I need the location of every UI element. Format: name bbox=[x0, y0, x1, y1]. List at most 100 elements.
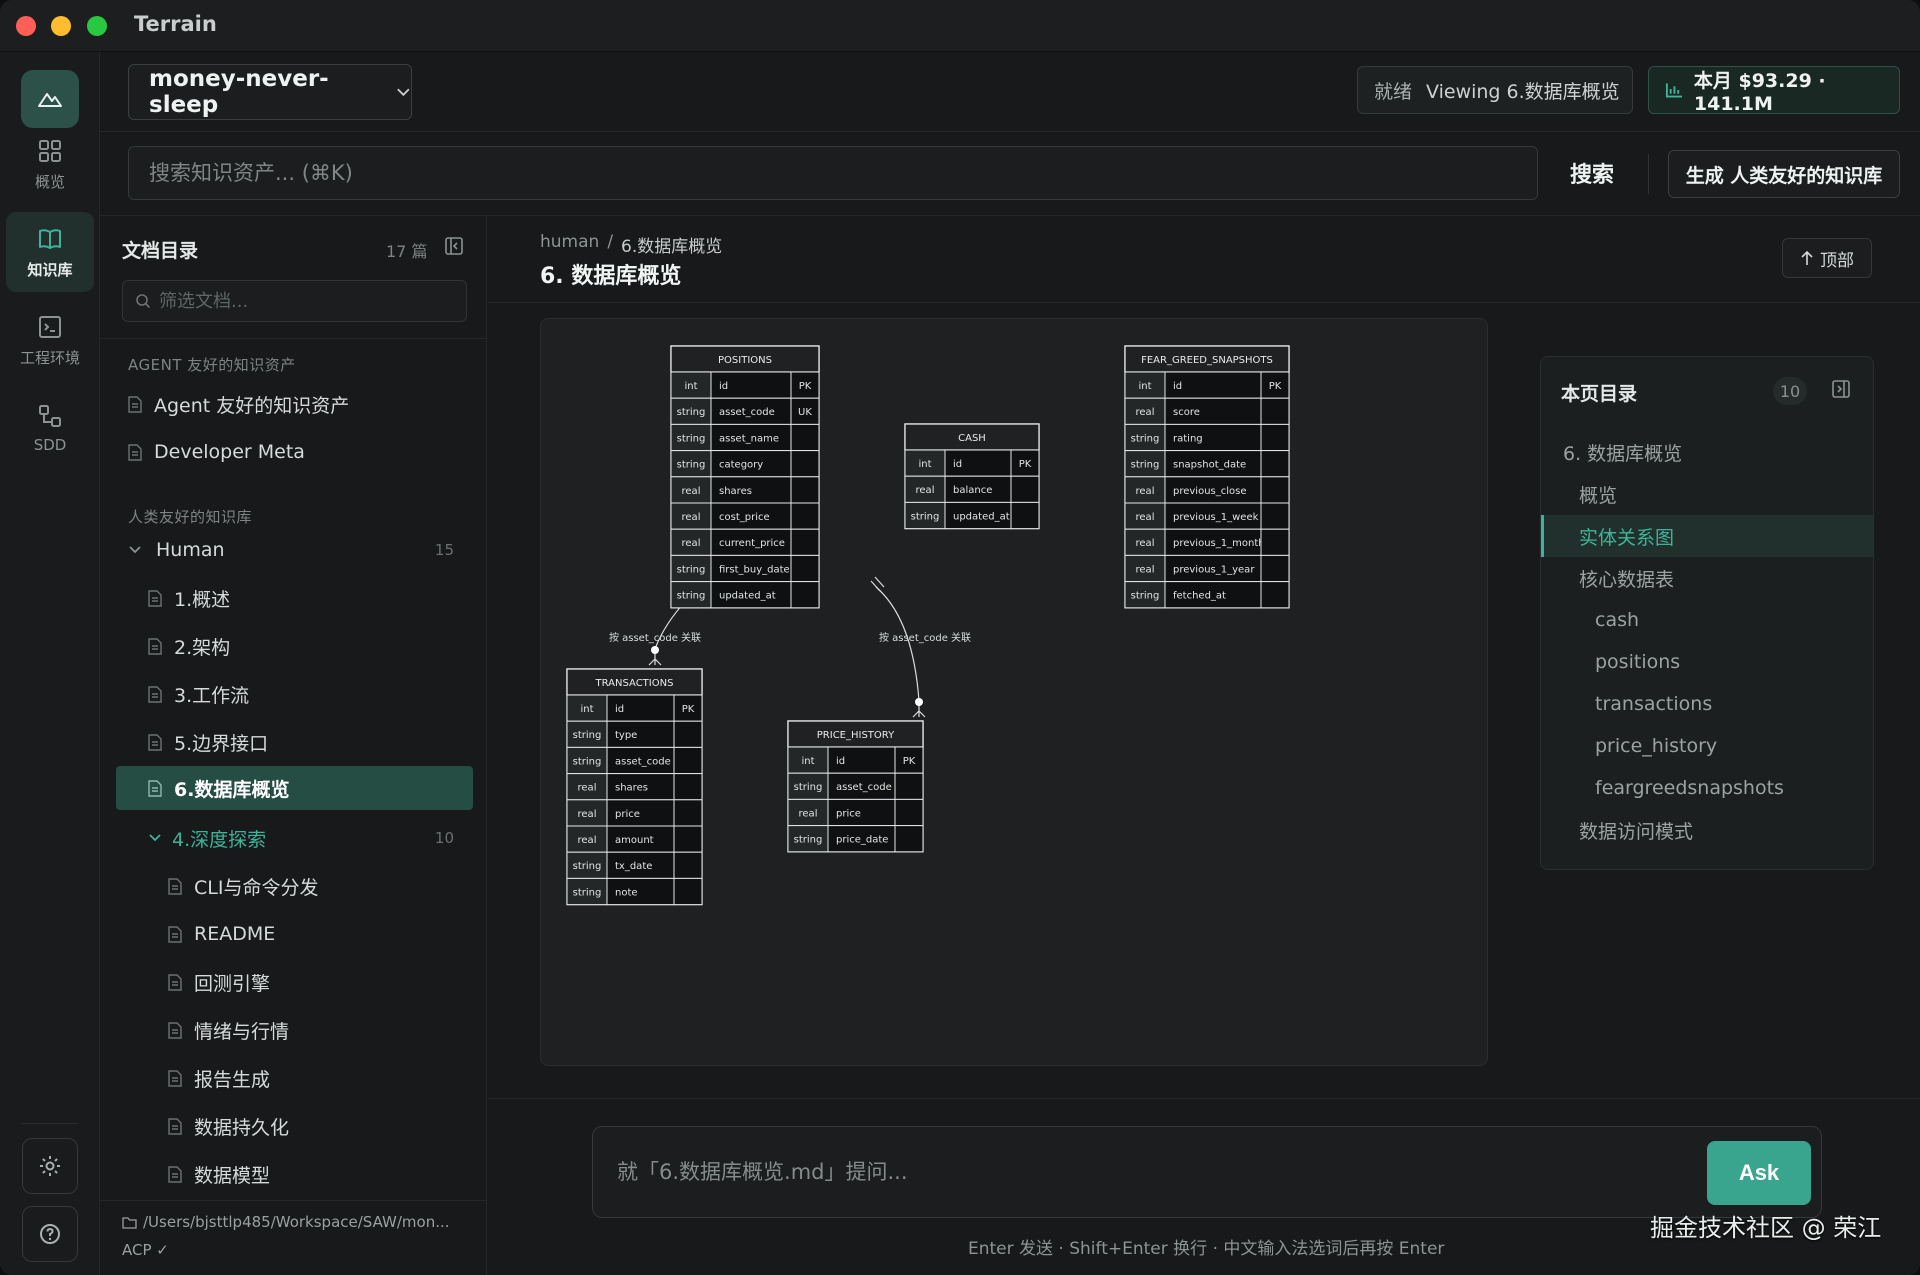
toc-item[interactable]: positions bbox=[1541, 641, 1873, 683]
tree-item-label: 2.架构 bbox=[174, 636, 231, 659]
rail-divider bbox=[22, 1123, 78, 1124]
toc-item[interactable]: cash bbox=[1541, 599, 1873, 641]
tree-item-label: 3.工作流 bbox=[174, 684, 250, 707]
close-window-button[interactable] bbox=[16, 16, 36, 36]
tree-group-label: Human bbox=[156, 539, 225, 561]
tree-group-human[interactable]: Human 15 bbox=[128, 528, 468, 572]
toc-item-active[interactable]: 实体关系图 bbox=[1541, 515, 1873, 557]
panel-collapse-icon bbox=[1832, 380, 1850, 398]
entity-cell bbox=[1010, 501, 1040, 530]
entity-cell bbox=[790, 423, 820, 452]
minimize-window-button[interactable] bbox=[51, 16, 71, 36]
usage-badge[interactable]: 本月 $93.29 · 141.1M bbox=[1648, 66, 1900, 115]
entity-cell bbox=[1260, 423, 1290, 452]
toc-item[interactable]: 概览 bbox=[1541, 473, 1873, 515]
field-key: PK bbox=[903, 756, 916, 767]
help-button[interactable] bbox=[22, 1206, 78, 1262]
document-icon bbox=[128, 395, 142, 413]
scroll-top-button[interactable]: 顶部 bbox=[1782, 238, 1872, 278]
filter-input[interactable] bbox=[159, 290, 449, 312]
tree-item[interactable]: Developer Meta bbox=[128, 430, 468, 474]
collapse-sidebar-button[interactable] bbox=[444, 236, 464, 260]
tree-group-label: 4.深度探索 bbox=[172, 828, 267, 851]
entity-cell bbox=[1260, 554, 1290, 583]
field-type: string bbox=[911, 511, 940, 522]
tree-item[interactable]: 数据持久化 bbox=[168, 1104, 468, 1148]
ask-button[interactable]: Ask bbox=[1707, 1141, 1811, 1205]
toc-collapse-button[interactable] bbox=[1831, 379, 1851, 403]
field-type: real bbox=[1136, 538, 1155, 549]
toc-item[interactable]: feargreedsnapshots bbox=[1541, 767, 1873, 809]
field-type: int bbox=[1138, 381, 1151, 392]
tree-item-active[interactable]: 6.数据库概览 bbox=[116, 766, 473, 810]
rail-item-sdd[interactable]: SDD bbox=[6, 388, 94, 468]
toc-item-label: 数据访问模式 bbox=[1579, 820, 1694, 843]
maximize-window-button[interactable] bbox=[87, 16, 107, 36]
toc-item[interactable]: 核心数据表 bbox=[1541, 557, 1873, 599]
rail-item-overview[interactable]: 概览 bbox=[6, 124, 94, 204]
tree-group-deep[interactable]: 4.深度探索 10 bbox=[148, 816, 468, 860]
field-name: shares bbox=[719, 486, 752, 497]
search-input[interactable] bbox=[128, 146, 1538, 200]
divider bbox=[1648, 154, 1649, 194]
field-name: shares bbox=[615, 783, 648, 794]
field-name: category bbox=[719, 460, 763, 471]
tree-item[interactable]: 2.架构 bbox=[148, 624, 468, 668]
acp-status: ACP ✓ bbox=[122, 1241, 169, 1259]
tree-item[interactable]: Agent 友好的知识资产 bbox=[128, 382, 468, 426]
app-title: Terrain bbox=[134, 12, 217, 36]
mountain-icon bbox=[38, 93, 62, 107]
entity-cell bbox=[790, 554, 820, 583]
field-type: string bbox=[573, 861, 602, 872]
field-type: string bbox=[677, 564, 706, 575]
rail-item-engineering[interactable]: 工程环境 bbox=[6, 300, 94, 380]
toc-item[interactable]: 6. 数据库概览 bbox=[1541, 431, 1873, 473]
tree-item[interactable]: 数据模型 bbox=[168, 1152, 468, 1196]
tree-item[interactable]: 1.概述 bbox=[148, 576, 468, 620]
rail-item-knowledge[interactable]: 知识库 bbox=[6, 212, 94, 292]
chevron-down-icon bbox=[149, 834, 161, 842]
rail-item-label: 知识库 bbox=[27, 260, 73, 279]
tree-item[interactable]: README bbox=[168, 912, 468, 956]
filter-field[interactable] bbox=[122, 280, 467, 322]
document-icon bbox=[148, 779, 162, 797]
entity-positions: POSITIONS int id PK string asset_code UK string… bbox=[670, 345, 820, 609]
search-icon bbox=[136, 294, 151, 309]
rail-item-label: 工程环境 bbox=[19, 348, 80, 367]
tree-item[interactable]: 5.边界接口 bbox=[148, 720, 468, 764]
tree-item[interactable]: 回测引擎 bbox=[168, 960, 468, 1004]
app-logo[interactable] bbox=[21, 70, 79, 128]
tree-item[interactable]: 报告生成 bbox=[168, 1056, 468, 1100]
tree-item[interactable]: 情绪与行情 bbox=[168, 1008, 468, 1052]
section-label-human: 人类友好的知识库 bbox=[128, 508, 253, 526]
field-type: string bbox=[1131, 433, 1160, 444]
field-type: real bbox=[799, 808, 818, 819]
chevron-down-icon bbox=[129, 546, 141, 554]
toc-item[interactable]: transactions bbox=[1541, 683, 1873, 725]
breadcrumb-root[interactable]: human bbox=[540, 232, 599, 257]
toc-item-label: 6. 数据库概览 bbox=[1563, 442, 1683, 465]
tree-item-label: Agent 友好的知识资产 bbox=[154, 394, 350, 417]
tree-item[interactable]: CLI与命令分发 bbox=[168, 864, 468, 908]
ask-input[interactable] bbox=[617, 1147, 1677, 1197]
app-window: Terrain 概览 知识库 工程环境 SDD money-never-slee… bbox=[0, 0, 1920, 1275]
workspace-path[interactable]: /Users/bjsttlp485/Workspace/SAW/mon... bbox=[122, 1213, 450, 1231]
toc-item[interactable]: price_history bbox=[1541, 725, 1873, 767]
project-selector[interactable]: money-never-sleep bbox=[128, 64, 412, 120]
field-name: asset_name bbox=[719, 433, 779, 444]
main-content: human / 6.数据库概览 6. 数据库概览 顶部 按 asset_code… bbox=[488, 216, 1920, 1275]
field-name: id bbox=[615, 704, 624, 715]
generate-knowledge-button[interactable]: 生成 人类友好的知识库 bbox=[1668, 150, 1900, 198]
search-button[interactable]: 搜索 bbox=[1552, 146, 1632, 200]
relation-label: 按 asset_code 关联 bbox=[609, 631, 701, 644]
ask-box: Ask bbox=[592, 1126, 1822, 1218]
relation-line bbox=[875, 586, 920, 702]
tree-item[interactable]: 3.工作流 bbox=[148, 672, 468, 716]
field-type: real bbox=[578, 835, 597, 846]
settings-button[interactable] bbox=[22, 1138, 78, 1194]
sidebar-footer: /Users/bjsttlp485/Workspace/SAW/mon... A… bbox=[100, 1200, 487, 1275]
search-bar: 搜索 生成 人类友好的知识库 bbox=[100, 132, 1920, 216]
doc-count: 17 篇 bbox=[386, 242, 428, 261]
toc-item[interactable]: 数据访问模式 bbox=[1541, 809, 1873, 851]
field-name: cost_price bbox=[719, 512, 770, 523]
